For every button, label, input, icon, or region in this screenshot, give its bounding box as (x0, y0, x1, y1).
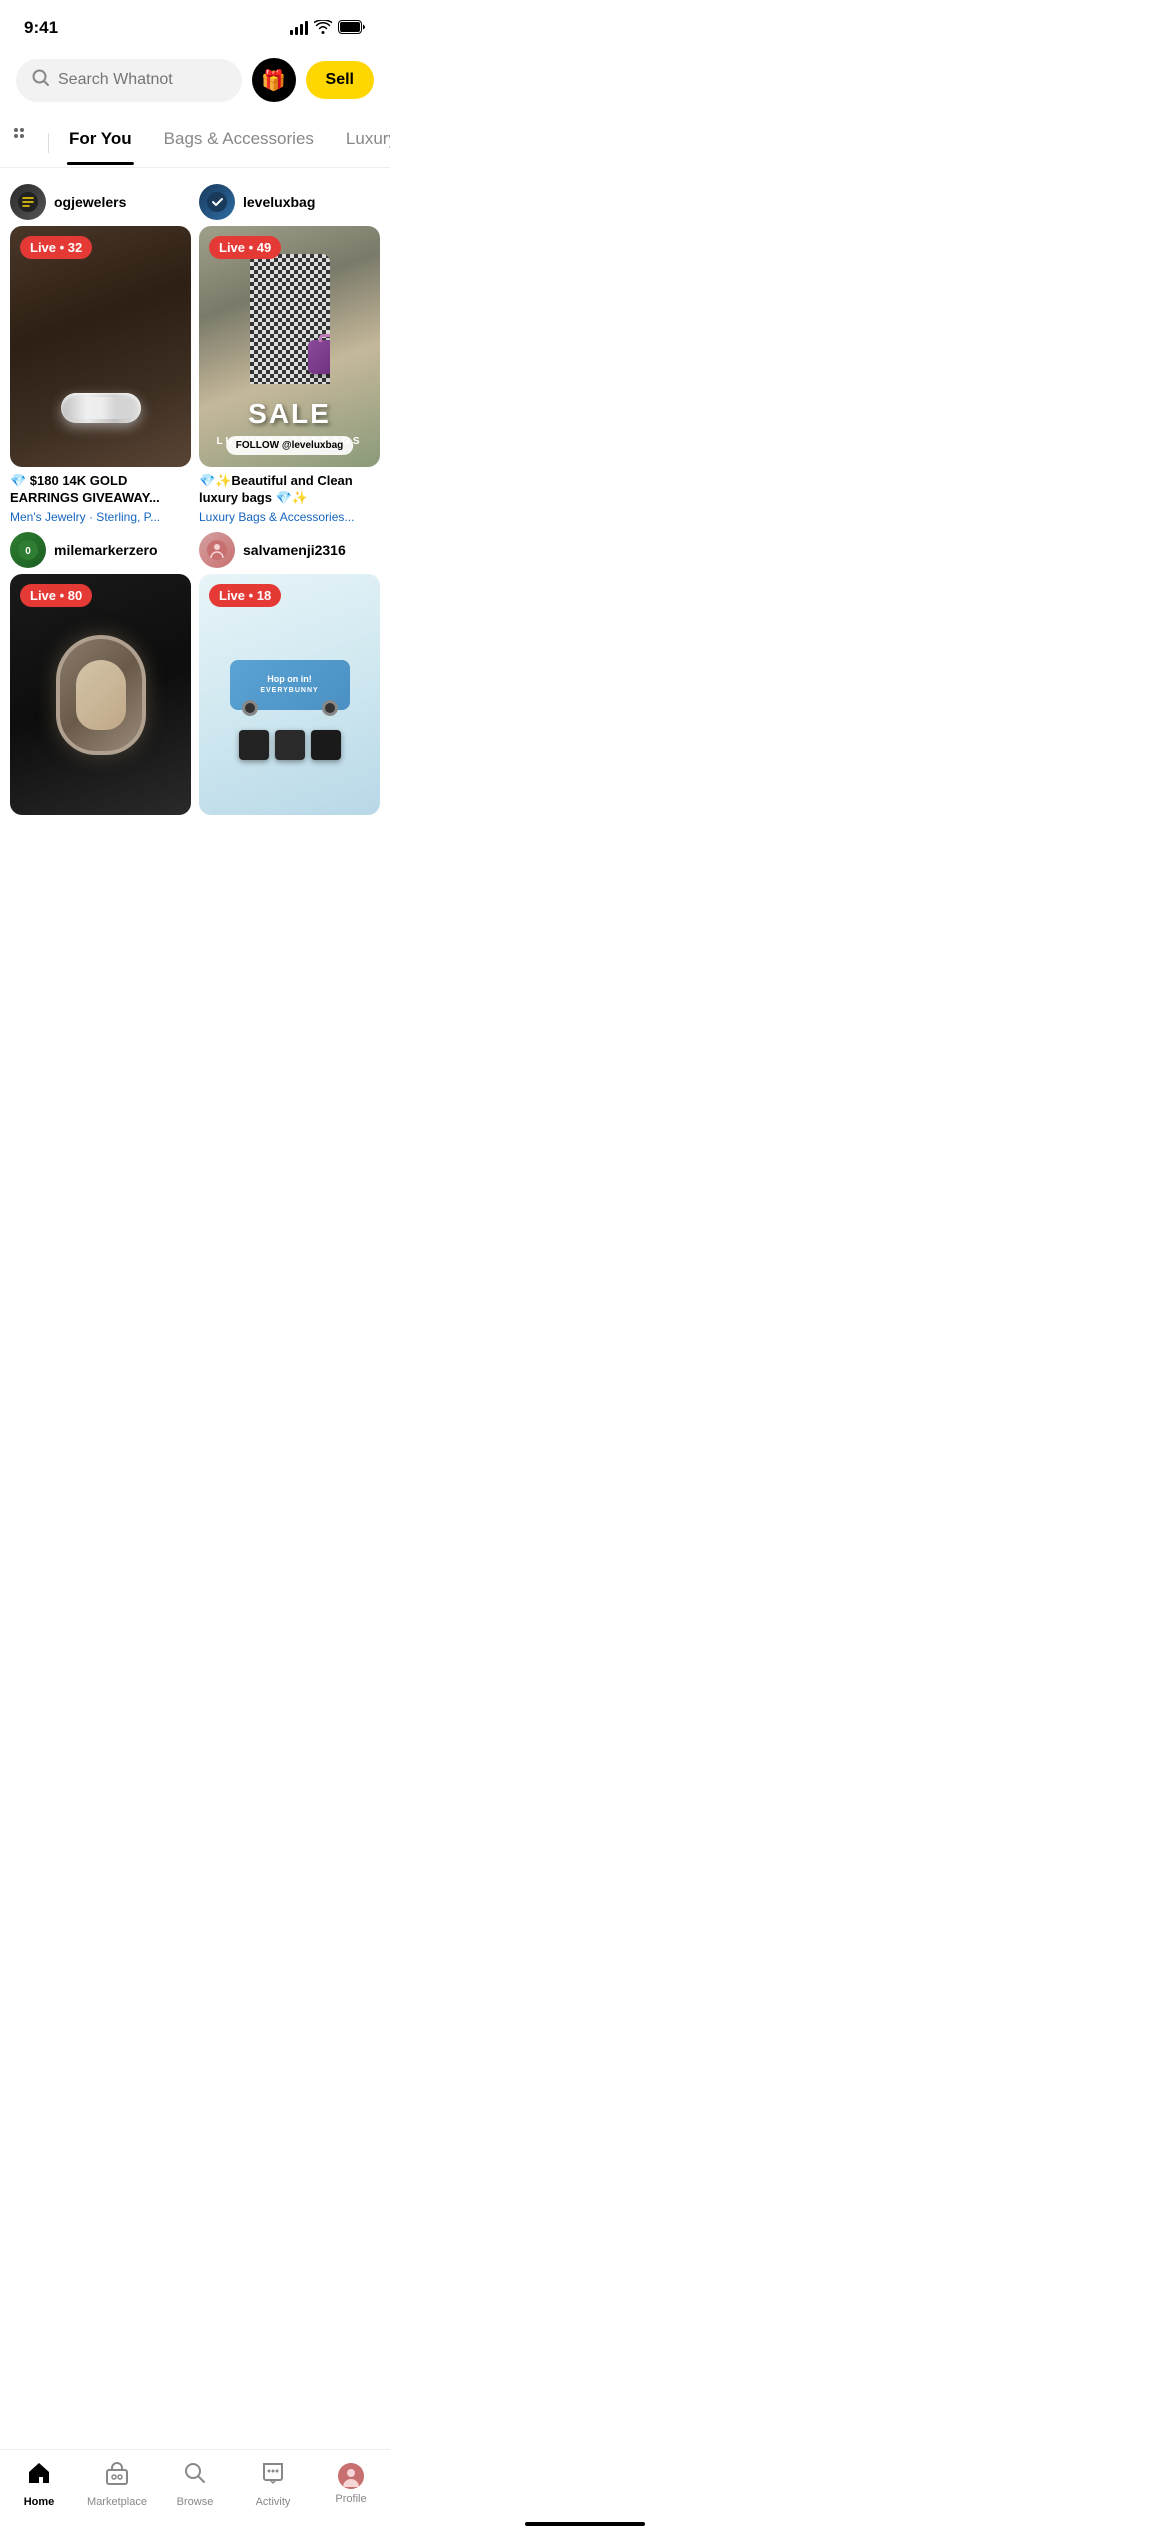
search-icon (32, 69, 50, 92)
wifi-icon (314, 20, 332, 37)
home-icon (26, 2460, 52, 2492)
browse-icon (182, 2460, 208, 2492)
nav-browse-label: Browse (177, 2496, 214, 2508)
signal-icon (290, 21, 308, 35)
seller-name-salvamenji2316: salvamenji2316 (243, 542, 346, 558)
nav-marketplace[interactable]: Marketplace (78, 2460, 156, 2508)
live-badge-salvamenji2316: Live • 18 (209, 584, 281, 607)
stream-card-leveluxbag[interactable]: leveluxbag Live • 49 (199, 184, 380, 524)
stream-description-ogjewelers: 💎 $180 14K GOLD EARRINGS GIVEAWAY... (10, 473, 191, 507)
stream-category-leveluxbag: Luxury Bags & Accessories... (199, 510, 380, 524)
tab-divider (48, 133, 49, 153)
live-badge-milemarkerzero: Live • 80 (20, 584, 92, 607)
stream-card-milemarkerzero[interactable]: 0 milemarkerzero Live • 80 (10, 532, 191, 815)
stream-category-ogjewelers: Men's Jewelry · Sterling, P... (10, 510, 191, 524)
tab-bags-accessories[interactable]: Bags & Accessories (148, 121, 330, 165)
nav-activity-label: Activity (256, 2496, 291, 2508)
follow-badge[interactable]: FOLLOW @leveluxbag (226, 436, 354, 455)
tab-luxury-bags[interactable]: Luxury Bags (330, 121, 390, 165)
seller-name-ogjewelers: ogjewelers (54, 194, 126, 210)
seller-info: ogjewelers (10, 184, 191, 220)
nav-home[interactable]: Home (0, 2460, 78, 2508)
marketplace-icon (104, 2460, 130, 2492)
search-bar[interactable] (16, 59, 242, 102)
nav-activity[interactable]: Activity (234, 2460, 312, 2508)
avatar-salvamenji2316 (199, 532, 235, 568)
nav-profile-label: Profile (335, 2493, 366, 2505)
seller-info-salvamenji2316: salvamenji2316 (199, 532, 380, 568)
avatar-milemarkerzero: 0 (10, 532, 46, 568)
seller-name-milemarkerzero: milemarkerzero (54, 542, 158, 558)
tab-for-you[interactable]: For You (53, 121, 148, 165)
status-bar: 9:41 (0, 0, 390, 50)
stream-thumbnail-milemarkerzero[interactable]: Live • 80 (10, 574, 191, 815)
profile-avatar (338, 2463, 364, 2489)
avatar-ogjewelers (10, 184, 46, 220)
sale-text: SALE (248, 398, 331, 430)
nav-home-label: Home (24, 2496, 55, 2508)
nav-profile[interactable]: Profile (312, 2463, 390, 2505)
stream-card-ogjewelers[interactable]: ogjewelers Live • 32 💎 $180 14K GOLD EAR… (10, 184, 191, 524)
status-time: 9:41 (24, 18, 58, 38)
sell-button[interactable]: Sell (306, 61, 374, 99)
battery-icon (338, 20, 366, 37)
gift-button[interactable]: 🎁 (252, 58, 296, 102)
bottom-nav: Home Marketplace Browse (0, 2449, 390, 2532)
stream-description-leveluxbag: 💎✨Beautiful and Clean luxury bags 💎✨ (199, 473, 380, 507)
streams-grid: ogjewelers Live • 32 💎 $180 14K GOLD EAR… (0, 168, 390, 831)
nav-marketplace-label: Marketplace (87, 2496, 147, 2508)
category-tabs: For You Bags & Accessories Luxury Bags (0, 110, 390, 168)
seller-info-leveluxbag: leveluxbag (199, 184, 380, 220)
stream-thumbnail-salvamenji2316[interactable]: Live • 18 Hop on in!EVERYBUNNY (199, 574, 380, 815)
jewelry-display (61, 393, 141, 423)
live-badge-ogjewelers: Live • 32 (20, 236, 92, 259)
stream-thumbnail-leveluxbag[interactable]: Live • 49 SALE LUXURY HANDBA (199, 226, 380, 467)
seller-info-milemarkerzero: 0 milemarkerzero (10, 532, 191, 568)
status-icons (290, 20, 366, 37)
live-badge-leveluxbag: Live • 49 (209, 236, 281, 259)
grid-icon[interactable] (0, 118, 44, 167)
gift-icon: 🎁 (261, 68, 286, 93)
cameo-art (56, 635, 146, 755)
content-area: ogjewelers Live • 32 💎 $180 14K GOLD EAR… (0, 168, 390, 921)
home-indicator (525, 2522, 645, 2526)
svg-text:0: 0 (25, 546, 31, 557)
avatar-leveluxbag (199, 184, 235, 220)
stream-card-salvamenji2316[interactable]: salvamenji2316 Live • 18 Hop on in!EVERY… (199, 532, 380, 815)
search-row: 🎁 Sell (0, 50, 390, 110)
search-input[interactable] (58, 71, 226, 89)
nav-browse[interactable]: Browse (156, 2460, 234, 2508)
stream-thumbnail-ogjewelers[interactable]: Live • 32 (10, 226, 191, 467)
seller-name-leveluxbag: leveluxbag (243, 194, 315, 210)
activity-icon (260, 2460, 286, 2492)
